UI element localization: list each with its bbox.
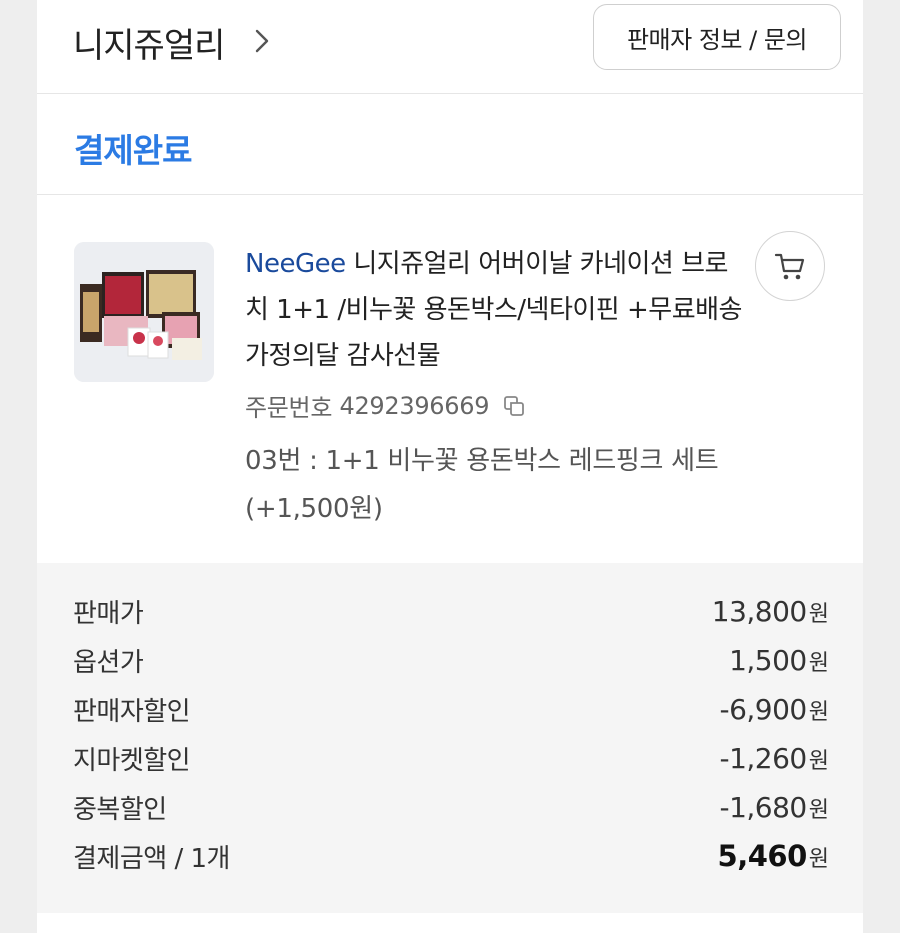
summary-row-gmarket-discount: 지마켓할인 -1,260원 <box>73 738 829 778</box>
order-card: 니지쥬얼리 판매자 정보 / 문의 결제완료 NeeGee 니지쥬얼리 어버이날… <box>37 0 863 933</box>
currency-unit: 원 <box>808 650 829 676</box>
product-option: 03번 : 1+1 비누꽃 용돈박스 레드핑크 세트 (+1,500원) <box>245 446 719 524</box>
currency-unit: 원 <box>808 601 829 627</box>
summary-amount: -1,260원 <box>719 742 829 775</box>
product-title[interactable]: NeeGee 니지쥬얼리 어버이날 카네이션 브로치 1+1 /비누꽃 용돈박스… <box>245 241 745 379</box>
summary-label: 판매가 <box>73 598 144 629</box>
seller-name-link[interactable]: 니지쥬얼리 <box>73 18 225 67</box>
order-status: 결제완료 <box>74 131 192 170</box>
summary-value: -6,900 <box>719 692 807 726</box>
product-image <box>74 242 214 382</box>
summary-row-seller-discount: 판매자할인 -6,900원 <box>73 689 829 729</box>
currency-unit: 원 <box>808 699 829 725</box>
product-brand: NeeGee <box>245 249 346 279</box>
summary-row-option-price: 옵션가 1,500원 <box>73 640 829 680</box>
order-number-label: 주문번호 <box>245 394 333 422</box>
summary-value: 13,800 <box>711 594 807 628</box>
cart-icon <box>774 253 805 280</box>
summary-label: 중복할인 <box>73 794 167 825</box>
summary-amount: -6,900원 <box>719 693 829 726</box>
summary-label: 판매자할인 <box>73 696 191 727</box>
add-to-cart-button[interactable] <box>755 231 825 301</box>
summary-value: 1,500 <box>729 643 807 677</box>
summary-value: -1,260 <box>719 741 807 775</box>
product-section: NeeGee 니지쥬얼리 어버이날 카네이션 브로치 1+1 /비누꽃 용돈박스… <box>37 195 863 562</box>
summary-amount: -1,680원 <box>719 791 829 824</box>
total-label: 결제금액 / 1개 <box>73 843 230 874</box>
summary-row-total: 결제금액 / 1개 5,460원 <box>73 836 829 876</box>
summary-row-sale-price: 판매가 13,800원 <box>73 591 829 631</box>
summary-amount: 1,500원 <box>729 644 829 677</box>
currency-unit: 원 <box>808 797 829 823</box>
copy-icon[interactable] <box>503 395 525 417</box>
summary-label: 지마켓할인 <box>73 745 191 776</box>
price-summary: 판매가 13,800원 옵션가 1,500원 판매자할인 -6,900원 지마켓… <box>37 563 863 913</box>
summary-label: 옵션가 <box>73 647 144 678</box>
currency-unit: 원 <box>808 847 829 872</box>
summary-amount: 13,800원 <box>712 595 829 628</box>
product-thumbnail[interactable] <box>74 242 214 382</box>
total-amount: 5,460원 <box>718 839 829 873</box>
order-status-row: 결제완료 <box>37 94 863 195</box>
currency-unit: 원 <box>808 748 829 774</box>
chevron-right-icon[interactable] <box>249 28 275 54</box>
order-number: 주문번호 4292396669 <box>245 388 525 423</box>
summary-row-duplicate-discount: 중복할인 -1,680원 <box>73 787 829 827</box>
order-number-value: 4292396669 <box>339 391 490 420</box>
total-value: 5,460 <box>717 839 808 873</box>
seller-info-button[interactable]: 판매자 정보 / 문의 <box>593 4 841 70</box>
seller-header: 니지쥬얼리 판매자 정보 / 문의 <box>37 0 863 94</box>
summary-value: -1,680 <box>719 790 807 824</box>
